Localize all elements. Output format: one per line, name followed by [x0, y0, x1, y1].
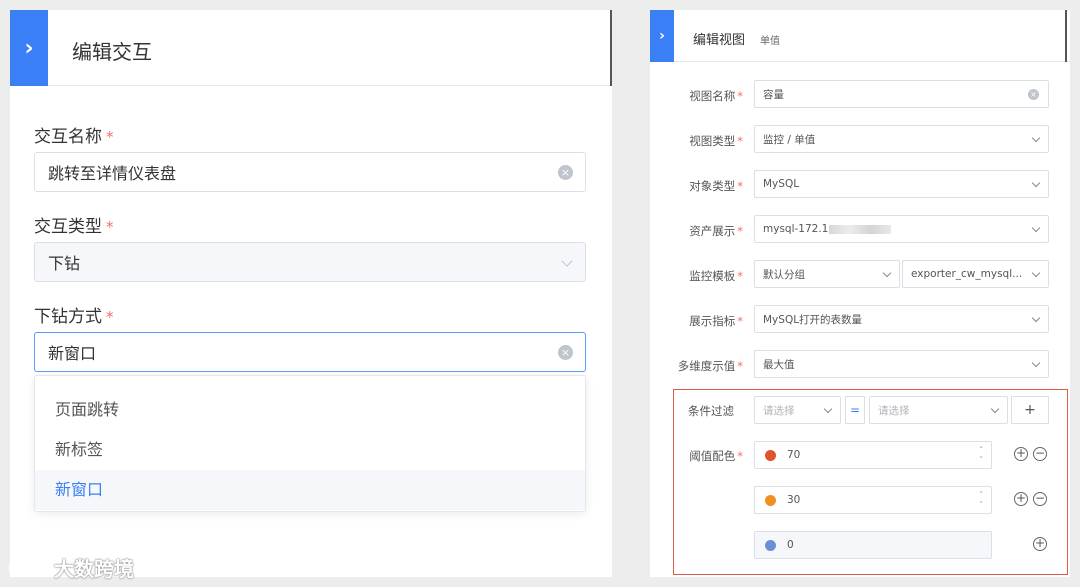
multi-dimension-select[interactable]: 最大值: [754, 350, 1049, 378]
interaction-name-input[interactable]: 跳转至详情仪表盘 ×: [34, 152, 586, 192]
threshold-value: 70: [787, 449, 801, 461]
interaction-type-value: 下钻: [48, 254, 81, 273]
threshold-value: 0: [787, 539, 794, 551]
dropdown-option-new-tab[interactable]: 新标签: [35, 430, 585, 470]
filter-operator-select[interactable]: =: [845, 396, 865, 424]
threshold-input-1[interactable]: 70 ˄ ˅: [754, 441, 992, 469]
threshold-color-label: 阈值配色 *: [689, 449, 743, 463]
remove-threshold-icon[interactable]: −: [1033, 447, 1047, 461]
asset-display-select[interactable]: mysql-172.1: [754, 215, 1049, 243]
dropdown-option-page-jump[interactable]: 页面跳转: [35, 390, 585, 430]
stepper-icon[interactable]: ˄ ˅: [980, 445, 984, 465]
remove-threshold-icon[interactable]: −: [1033, 492, 1047, 506]
multi-dimension-value: 最大值: [763, 358, 795, 371]
clear-icon[interactable]: ×: [1028, 89, 1039, 100]
clear-icon[interactable]: ×: [558, 165, 573, 180]
panel-title: 编辑交互: [72, 40, 152, 64]
view-type-select[interactable]: 监控 / 单值: [754, 125, 1049, 153]
filter-value-placeholder: 请选择: [878, 404, 910, 417]
panel-header: › 编辑交互: [10, 10, 612, 86]
panel-header: › 编辑视图 单值: [650, 10, 1070, 62]
interaction-name-label: 交互名称 *: [34, 127, 114, 147]
stepper-icon[interactable]: ˄ ˅: [980, 490, 984, 510]
chevron-right-icon: ›: [24, 35, 34, 61]
interaction-name-value: 跳转至详情仪表盘: [48, 164, 177, 183]
panel-title: 编辑视图: [693, 33, 746, 48]
chevron-down-icon: [1031, 313, 1041, 323]
view-name-label: 视图名称 *: [689, 89, 743, 103]
chevron-down-icon: [1031, 358, 1041, 368]
monitor-group-value: 默认分组: [763, 268, 805, 281]
threshold-input-3: 0: [754, 531, 992, 559]
view-type-label: 视图类型 *: [689, 134, 743, 148]
view-name-input[interactable]: 容量 ×: [754, 80, 1049, 108]
redacted-area: [829, 224, 892, 234]
monitor-template-value: exporter_cw_mysql...: [911, 268, 1023, 280]
add-threshold-icon[interactable]: +: [1033, 537, 1047, 551]
monitor-group-select[interactable]: 默认分组: [754, 260, 900, 288]
add-filter-button[interactable]: +: [1011, 396, 1049, 424]
interaction-type-select[interactable]: 下钻: [34, 242, 586, 282]
edit-interaction-panel: › 编辑交互 交互名称 * 跳转至详情仪表盘 × 交互类型 * 下钻 下钻方式 * 新…: [10, 10, 612, 577]
collapse-toggle-button[interactable]: ›: [10, 10, 48, 86]
view-type-value: 监控 / 单值: [763, 133, 816, 146]
color-swatch[interactable]: [765, 449, 776, 461]
divider: [610, 10, 612, 86]
filter-field-placeholder: 请选择: [763, 404, 795, 417]
add-threshold-icon[interactable]: +: [1014, 492, 1028, 506]
chevron-down-icon: [1031, 178, 1041, 188]
filter-value-select[interactable]: 请选择: [869, 396, 1008, 424]
color-swatch[interactable]: [765, 539, 776, 551]
chevron-down-icon: [1031, 223, 1041, 233]
color-swatch[interactable]: [765, 494, 776, 506]
asset-display-label: 资产展示 *: [689, 224, 743, 238]
monitor-template-select[interactable]: exporter_cw_mysql...: [902, 260, 1049, 288]
monitor-template-label: 监控模板 *: [689, 269, 743, 283]
chevron-down-icon: [823, 404, 833, 414]
edit-view-panel: › 编辑视图 单值 视图名称 * 容量 × 视图类型 * 监控 / 单值 对象类型 *…: [650, 10, 1070, 577]
drill-method-select[interactable]: 新窗口 ×: [34, 332, 586, 372]
watermark: 大数跨境: [8, 553, 134, 582]
display-metric-select[interactable]: MySQL打开的表数量: [754, 305, 1049, 333]
watermark-logo-icon: [8, 559, 48, 576]
display-metric-label: 展示指标 *: [689, 314, 743, 328]
object-type-label: 对象类型 *: [689, 179, 743, 193]
interaction-type-label: 交互类型 *: [34, 217, 114, 237]
view-name-value: 容量: [763, 88, 784, 101]
watermark-text: 大数跨境: [54, 557, 134, 581]
chevron-down-icon: [882, 268, 892, 278]
chevron-down-icon: [1031, 268, 1041, 278]
object-type-value: MySQL: [763, 178, 800, 190]
chevron-down-icon: [561, 255, 573, 267]
collapse-toggle-button[interactable]: ›: [650, 10, 674, 62]
dropdown-option-new-window[interactable]: 新窗口: [35, 470, 585, 510]
threshold-value: 30: [787, 494, 801, 506]
condition-filter-label: 条件过滤: [688, 404, 734, 418]
drill-method-dropdown: 页面跳转 新标签 新窗口: [34, 375, 586, 512]
drill-method-value: 新窗口: [48, 344, 97, 363]
divider: [1065, 10, 1067, 62]
asset-display-value: mysql-172.1: [763, 223, 829, 235]
multi-dimension-label: 多维度示值 *: [677, 359, 743, 373]
chevron-right-icon: ›: [659, 28, 665, 44]
add-threshold-icon[interactable]: +: [1014, 447, 1028, 461]
panel-subtitle: 单值: [760, 36, 780, 47]
display-metric-value: MySQL打开的表数量: [763, 313, 863, 326]
threshold-input-2[interactable]: 30 ˄ ˅: [754, 486, 992, 514]
filter-field-select[interactable]: 请选择: [754, 396, 841, 424]
clear-icon[interactable]: ×: [558, 345, 573, 360]
drill-method-label: 下钻方式 *: [34, 307, 114, 327]
chevron-down-icon: [1031, 133, 1041, 143]
object-type-select[interactable]: MySQL: [754, 170, 1049, 198]
chevron-down-icon: [990, 404, 1000, 414]
